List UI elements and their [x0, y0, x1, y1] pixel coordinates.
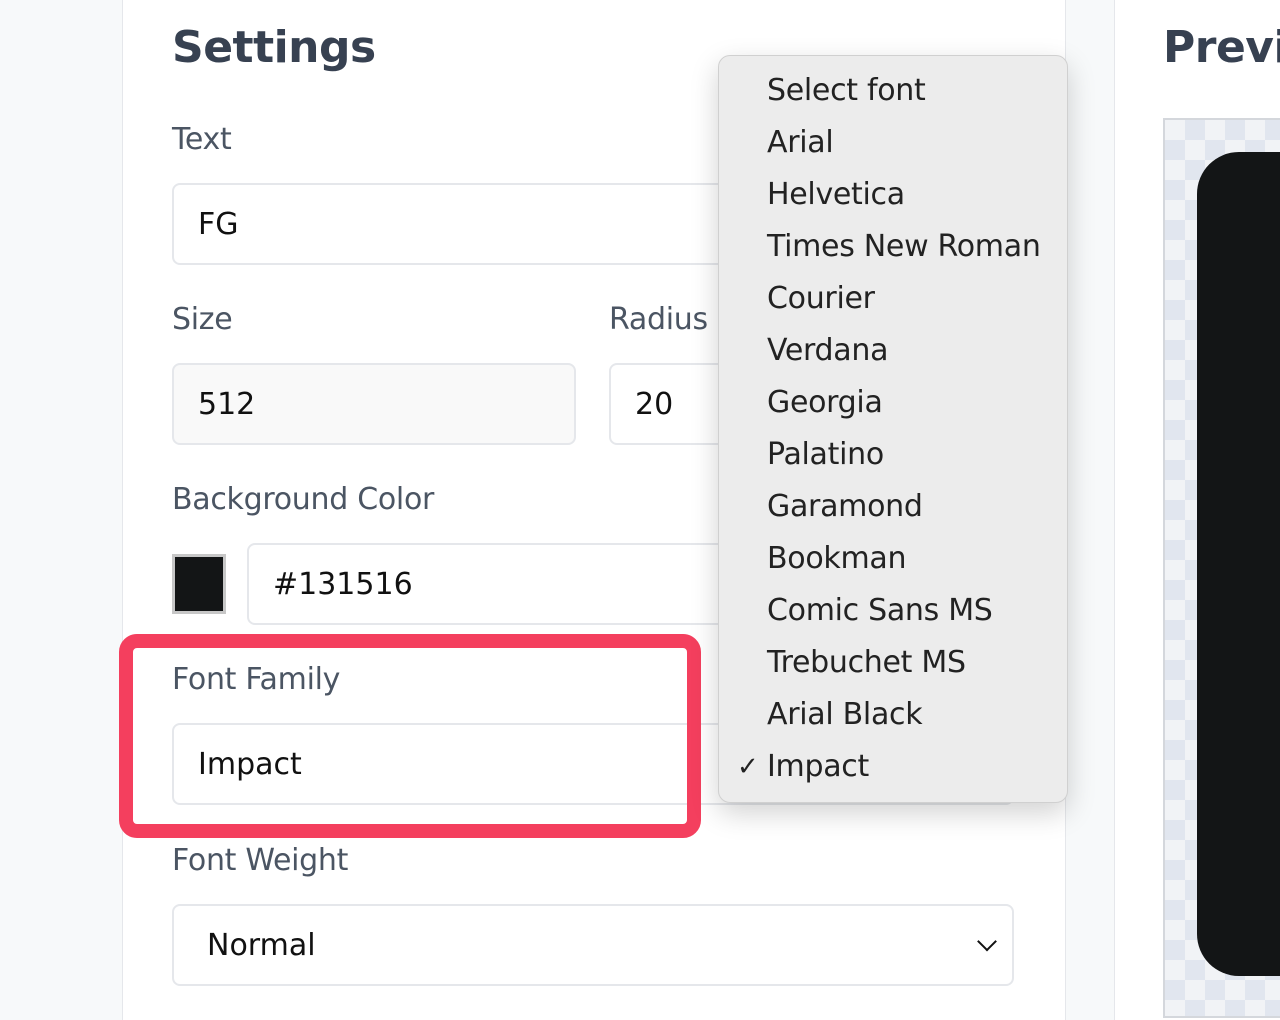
- font-option-label: Arial: [767, 125, 834, 160]
- font-option-label: Trebuchet MS: [767, 645, 966, 680]
- font-option[interactable]: Comic Sans MS: [719, 588, 1067, 640]
- font-weight-label: Font Weight: [172, 843, 349, 878]
- font-option-label: Georgia: [767, 385, 883, 420]
- font-option[interactable]: Trebuchet MS: [719, 640, 1067, 692]
- font-option-label: Helvetica: [767, 177, 905, 212]
- preview-title: Previ: [1163, 22, 1280, 73]
- background-color-value: #131516: [273, 566, 413, 602]
- font-weight-value: Normal: [207, 927, 316, 963]
- font-option-label: Comic Sans MS: [767, 593, 993, 628]
- font-option[interactable]: Select font: [719, 68, 1067, 120]
- text-label: Text: [172, 122, 232, 157]
- radius-label: Radius: [609, 302, 708, 337]
- font-option-label: Courier: [767, 281, 875, 316]
- font-option[interactable]: Verdana: [719, 328, 1067, 380]
- chevron-down-icon: [977, 931, 997, 952]
- checkmark-icon: ✓: [737, 752, 759, 782]
- background-color-swatch[interactable]: [172, 554, 226, 614]
- font-family-value: Impact: [198, 746, 302, 782]
- font-option[interactable]: Georgia: [719, 380, 1067, 432]
- font-option-label: Palatino: [767, 437, 884, 472]
- size-label: Size: [172, 302, 233, 337]
- font-option[interactable]: ✓ Impact: [719, 744, 1067, 796]
- font-option[interactable]: Courier: [719, 276, 1067, 328]
- font-option[interactable]: Arial: [719, 120, 1067, 172]
- size-input-value: 512: [198, 386, 256, 422]
- background-color-label: Background Color: [172, 482, 435, 517]
- size-input[interactable]: 512: [172, 363, 576, 445]
- font-option-label: Bookman: [767, 541, 907, 576]
- font-option-label: Times New Roman: [767, 229, 1041, 264]
- font-option-label: Impact: [767, 749, 869, 784]
- font-option-label: Garamond: [767, 489, 923, 524]
- font-option[interactable]: Palatino: [719, 432, 1067, 484]
- font-option-label: Verdana: [767, 333, 889, 368]
- font-family-label: Font Family: [172, 662, 341, 697]
- text-input-value: FG: [198, 206, 239, 242]
- font-option-label: Arial Black: [767, 697, 923, 732]
- font-option[interactable]: Times New Roman: [719, 224, 1067, 276]
- font-family-dropdown[interactable]: Select font Arial Helvetica Times New Roman…: [718, 55, 1068, 803]
- radius-input-value: 20: [635, 386, 674, 422]
- font-weight-select[interactable]: Normal: [172, 904, 1014, 986]
- font-option[interactable]: Helvetica: [719, 172, 1067, 224]
- icon-preview: [1197, 152, 1280, 976]
- settings-title: Settings: [172, 22, 376, 73]
- font-option[interactable]: Arial Black: [719, 692, 1067, 744]
- font-option[interactable]: Garamond: [719, 484, 1067, 536]
- font-option[interactable]: Bookman: [719, 536, 1067, 588]
- font-option-label: Select font: [767, 73, 926, 108]
